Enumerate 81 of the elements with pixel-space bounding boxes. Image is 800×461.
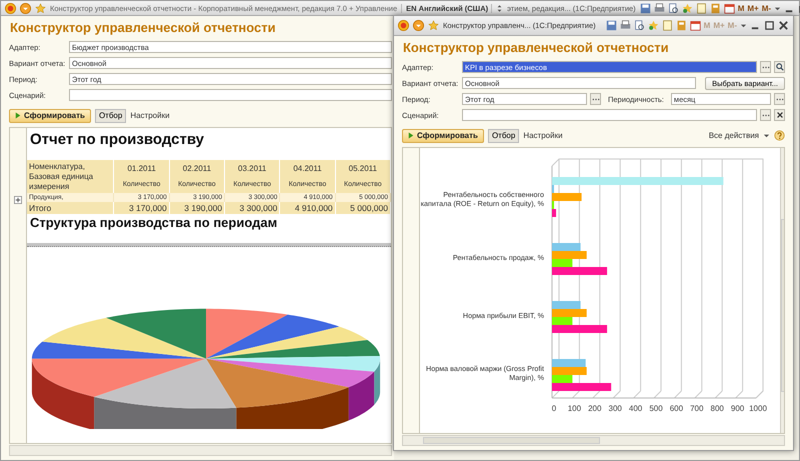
table-cell: Итого [27,202,114,214]
form-heading: Конструктор управленческой отчетности [403,40,669,55]
select-button[interactable] [760,61,771,73]
filter-button[interactable]: Отбор [488,128,520,142]
axis-tick-label: 800 [710,404,724,413]
close-icon [776,111,784,119]
calendar-icon[interactable] [690,20,701,31]
input-field[interactable] [69,89,392,101]
play-icon [408,132,414,139]
table-cell: 3 190,000 [169,202,225,214]
axis-tick-label: 400 [628,404,642,413]
star-icon[interactable] [35,2,46,14]
expand-icon[interactable] [14,196,22,204]
report-title: Отчет по производству [30,131,204,148]
calculator-icon[interactable] [676,20,687,31]
clear-button[interactable] [774,109,785,121]
axis-tick-label: 1000 [749,404,767,413]
generate-button[interactable]: Сформировать [9,108,91,122]
axis-tick-label: 600 [670,404,684,413]
calendar-icon[interactable] [724,2,735,14]
generate-button[interactable]: Сформировать [402,128,484,142]
horizontal-scrollbar[interactable] [9,445,392,456]
settings-link[interactable]: Настройки [130,111,170,120]
input-field[interactable] [462,109,757,121]
star-add-icon[interactable] [648,20,659,31]
play-icon [15,112,21,119]
save-icon[interactable] [606,20,617,31]
table-cell: 5 000,000 [335,202,390,214]
document-icon[interactable] [662,20,673,31]
table-header: 02.2011 [169,160,225,176]
search-button[interactable] [774,61,785,73]
table-header: 04.2011 [280,160,336,176]
axis-tick-label: 300 [608,404,622,413]
select-button[interactable] [774,93,785,105]
axis-tick-label: 500 [649,404,663,413]
table-header: Номенклатура, Базовая единица измерения [27,160,114,193]
star-icon[interactable] [428,20,439,31]
all-actions-menu[interactable]: Все действия [708,131,759,140]
table-header: 05.2011 [335,160,390,176]
axis-tick-label: 200 [588,404,602,413]
calculator-icon[interactable] [710,2,721,14]
filter-button[interactable]: Отбор [94,108,126,122]
axis-tick-label: 100 [568,404,582,413]
select-button[interactable] [590,93,601,105]
memory-button[interactable]: M- [762,4,772,12]
settings-link[interactable]: Настройки [523,131,563,140]
form-heading: Конструктор управленческой отчетности [10,20,276,35]
ellipsis-icon [592,98,600,100]
dropdown-icon[interactable] [413,20,424,31]
ellipsis-icon [776,98,784,100]
logo-icon[interactable] [5,2,16,14]
table-cell: 3 300,000 [224,202,280,214]
dropdown-icon[interactable] [20,2,31,14]
table-cell: 4 910,000 [280,202,336,214]
print-icon[interactable] [654,2,665,14]
table-cell: 3 170,000 [114,202,170,214]
maximize-icon[interactable] [764,20,775,31]
scrollbar-thumb[interactable] [423,437,600,444]
section-title: Структура производства по периодам [30,215,278,230]
preview-icon[interactable] [634,20,645,31]
print-icon[interactable] [620,20,631,31]
search-icon [776,63,784,71]
axis-tick-label: 0 [552,404,556,413]
axis-tick-label: 700 [690,404,704,413]
star-add-icon[interactable] [682,2,693,14]
table-header: 01.2011 [114,160,170,176]
memory-button[interactable]: M+ [747,4,759,12]
ellipsis-icon [762,66,770,68]
help-icon[interactable] [774,130,785,141]
table-header: 03.2011 [224,160,280,176]
memory-button[interactable]: M [738,4,744,12]
save-icon[interactable] [640,2,651,14]
axis-tick-label: 900 [730,404,744,413]
horizontal-scrollbar[interactable] [402,435,785,446]
close-icon[interactable] [778,20,789,31]
document-icon[interactable] [696,2,707,14]
scroll-arrows-icon[interactable] [496,4,504,12]
preview-icon[interactable] [668,2,679,14]
logo-icon[interactable] [398,20,409,31]
select-button[interactable] [760,109,771,121]
ellipsis-icon [762,114,770,116]
